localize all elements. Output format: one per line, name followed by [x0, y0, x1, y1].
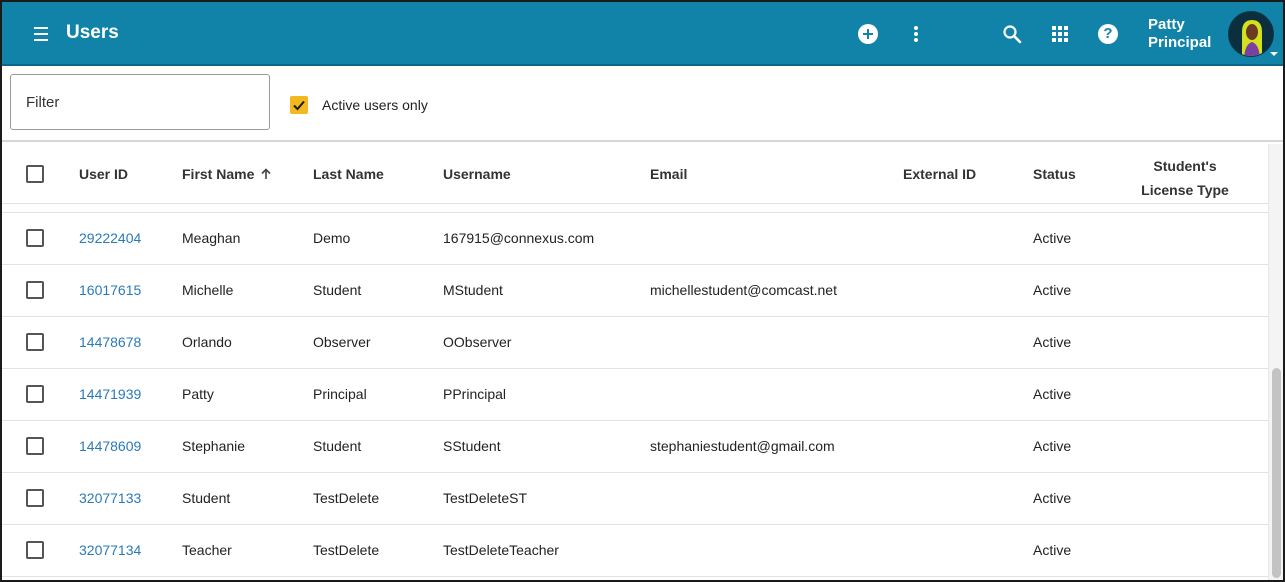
table-row[interactable]: 32077134 Teacher TestDelete TestDeleteTeach…	[2, 525, 1268, 577]
col-first-name-label: First Name	[182, 166, 255, 182]
cell-username: OObserver	[443, 334, 512, 350]
cell-status: Active	[1033, 438, 1072, 454]
table-row[interactable]: 14478678 Orlando Observer OObserver Active	[2, 317, 1268, 369]
cell-first-name: Michelle	[182, 282, 234, 298]
col-username[interactable]: Username	[443, 166, 511, 182]
active-users-label[interactable]: Active users only	[322, 97, 428, 113]
col-license-type[interactable]: Student's License Type	[1130, 154, 1240, 202]
filter-input[interactable]	[10, 74, 270, 130]
cell-username: 167915@connexus.com	[443, 230, 595, 246]
avatar[interactable]	[1228, 11, 1274, 57]
cell-last-name: TestDelete	[313, 490, 380, 506]
table-header: User ID First Name Last Name Username Em…	[2, 144, 1268, 204]
cell-user-id[interactable]: 14471939	[79, 386, 141, 402]
cell-first-name: Student	[182, 490, 231, 506]
table-row[interactable]: 16017615 Michelle Student MStudent michelles…	[2, 265, 1268, 317]
table-body: 29222404 Meaghan Demo 167915@connexus.com Ac…	[2, 212, 1268, 577]
cell-first-name: Teacher	[182, 542, 232, 558]
user-name[interactable]: Patty Principal	[1148, 16, 1211, 52]
cell-email: stephaniestudent@gmail.com	[650, 438, 835, 454]
cell-user-id[interactable]: 32077134	[79, 542, 141, 558]
apps-icon[interactable]	[1048, 22, 1072, 46]
cell-username: TestDeleteTeacher	[443, 542, 559, 558]
active-users-checkbox[interactable]	[290, 96, 308, 114]
cell-username: TestDeleteST	[443, 490, 528, 506]
cell-last-name: TestDelete	[313, 542, 380, 558]
app-window: Users ? Patty Principal Filter Active us…	[0, 0, 1285, 582]
table-row[interactable]: 14478609 Stephanie Student SStudent stephani…	[2, 421, 1268, 473]
table-row[interactable]: 32077133 Student TestDelete TestDeleteST Act…	[2, 473, 1268, 525]
cell-username: PPrincipal	[443, 386, 507, 402]
cell-last-name: Student	[313, 438, 362, 454]
cell-status: Active	[1033, 386, 1072, 402]
cell-first-name: Meaghan	[182, 230, 241, 246]
help-icon[interactable]: ?	[1096, 22, 1120, 46]
cell-user-id[interactable]: 14478678	[79, 334, 141, 350]
cell-user-id[interactable]: 32077133	[79, 490, 141, 506]
users-table: User ID First Name Last Name Username Em…	[2, 144, 1268, 580]
col-status[interactable]: Status	[1033, 166, 1076, 182]
cell-last-name: Demo	[313, 230, 351, 246]
row-checkbox[interactable]	[26, 489, 44, 507]
col-external-id[interactable]: External ID	[903, 166, 976, 182]
cell-status: Active	[1033, 542, 1072, 558]
cell-first-name: Patty	[182, 386, 214, 402]
row-checkbox[interactable]	[26, 385, 44, 403]
cell-email: michellestudent@comcast.net	[650, 282, 837, 298]
chevron-down-icon[interactable]	[1270, 52, 1278, 56]
select-all-checkbox[interactable]	[26, 165, 44, 183]
row-checkbox[interactable]	[26, 229, 44, 247]
cell-status: Active	[1033, 230, 1072, 246]
cell-status: Active	[1033, 490, 1072, 506]
menu-icon[interactable]	[30, 22, 54, 46]
table-row[interactable]: 29222404 Meaghan Demo 167915@connexus.com Ac…	[2, 213, 1268, 265]
row-checkbox[interactable]	[26, 333, 44, 351]
cell-user-id[interactable]: 14478609	[79, 438, 141, 454]
row-checkbox[interactable]	[26, 281, 44, 299]
cell-first-name: Orlando	[182, 334, 232, 350]
table-row[interactable]: 14471939 Patty Principal PPrincipal Active	[2, 369, 1268, 421]
col-last-name[interactable]: Last Name	[313, 166, 384, 182]
cell-username: MStudent	[443, 282, 503, 298]
col-email[interactable]: Email	[650, 166, 687, 182]
more-vert-icon[interactable]	[904, 22, 928, 46]
cell-status: Active	[1033, 282, 1072, 298]
col-user-id[interactable]: User ID	[79, 166, 128, 182]
row-checkbox[interactable]	[26, 437, 44, 455]
filter-toolbar: Active users only	[2, 68, 1283, 142]
cell-username: SStudent	[443, 438, 501, 454]
check-icon	[293, 100, 305, 111]
cell-first-name: Stephanie	[182, 438, 246, 454]
cell-last-name: Observer	[313, 334, 371, 350]
col-first-name[interactable]: First Name	[182, 166, 272, 183]
vertical-scrollbar[interactable]	[1268, 144, 1283, 580]
cell-user-id[interactable]: 29222404	[79, 230, 141, 246]
cell-last-name: Principal	[313, 386, 367, 402]
scrollbar-thumb[interactable]	[1272, 368, 1281, 578]
user-last-name: Principal	[1148, 34, 1212, 51]
arrow-up-icon	[260, 167, 272, 183]
app-bar: Users ? Patty Principal	[2, 2, 1283, 66]
user-first-name: Patty	[1148, 16, 1185, 33]
page-title: Users	[66, 22, 119, 43]
cell-status: Active	[1033, 334, 1072, 350]
cell-last-name: Student	[313, 282, 362, 298]
search-icon[interactable]	[1000, 22, 1024, 46]
add-icon[interactable]	[856, 22, 880, 46]
cell-user-id[interactable]: 16017615	[79, 282, 141, 298]
row-checkbox[interactable]	[26, 541, 44, 559]
